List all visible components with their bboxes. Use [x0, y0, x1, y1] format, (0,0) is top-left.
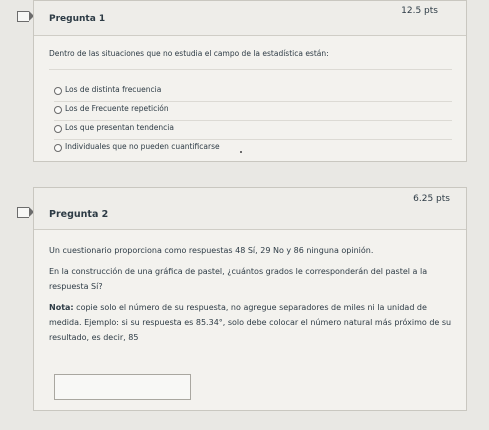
answer-option-2[interactable]: Los de Frecuente repetición — [54, 102, 452, 121]
answer-option-label[interactable]: Los de Frecuente repetición — [65, 104, 169, 113]
question-1-title: Pregunta 1 — [49, 14, 106, 24]
question-2-header: Pregunta 2 6.25 pts — [34, 188, 466, 230]
question-1-prompt: Dentro de las situaciones que no estudia… — [49, 49, 329, 58]
answer-option-label[interactable]: Los de distinta frecuencia — [65, 85, 161, 94]
dot-mark — [240, 151, 242, 153]
question-2-paragraph-1: Un cuestionario proporciona como respues… — [49, 246, 374, 255]
question-2-paragraph-2: En la construcción de una gráfica de pas… — [49, 267, 428, 291]
answer-option-1[interactable]: Los de distinta frecuencia — [54, 83, 452, 102]
flag-question-2-icon[interactable] — [17, 207, 34, 218]
answer-input[interactable] — [54, 374, 191, 400]
question-2-title: Pregunta 2 — [49, 209, 109, 220]
answer-option-label[interactable]: Los que presentan tendencia — [65, 123, 174, 132]
question-2-points: 6.25 pts — [413, 194, 450, 204]
question-1-card: Pregunta 1 12.5 pts Dentro de las situac… — [33, 0, 467, 162]
quiz-page: Pregunta 1 12.5 pts Dentro de las situac… — [0, 0, 489, 430]
divider — [49, 69, 452, 70]
answer-option-4[interactable]: Individuales que no pueden cuantificarse — [54, 140, 452, 158]
note-label: Nota: — [49, 303, 74, 312]
radio-button[interactable] — [54, 87, 62, 95]
flag-question-1-icon[interactable] — [17, 11, 34, 22]
note-text: copie solo el número de su respuesta, no… — [49, 303, 452, 342]
answer-option-3[interactable]: Los que presentan tendencia — [54, 121, 452, 140]
question-1-header: Pregunta 1 12.5 pts — [34, 1, 466, 36]
question-2-note: Nota: copie solo el número de su respues… — [49, 300, 454, 345]
question-2-body: Un cuestionario proporciona como respues… — [49, 243, 454, 345]
question-1-points: 12.5 pts — [401, 6, 438, 16]
radio-button[interactable] — [54, 144, 62, 152]
answer-option-label[interactable]: Individuales que no pueden cuantificarse — [65, 142, 220, 151]
question-2-card: Pregunta 2 6.25 pts Un cuestionario prop… — [33, 187, 467, 411]
radio-button[interactable] — [54, 125, 62, 133]
radio-button[interactable] — [54, 106, 62, 114]
